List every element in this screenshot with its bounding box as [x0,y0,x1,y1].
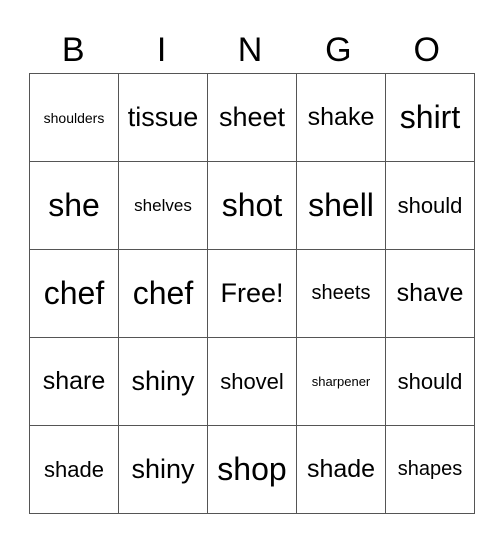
card-row: chef chef Free! sheets shave [29,249,475,338]
bingo-cell[interactable]: shade [29,425,119,514]
bingo-cell[interactable]: shoulders [29,73,119,162]
bingo-cell[interactable]: tissue [118,73,208,162]
header-letter-i: I [156,31,167,69]
bingo-cell[interactable]: shop [207,425,297,514]
bingo-cell[interactable]: should [385,337,475,426]
bingo-cell[interactable]: shave [385,249,475,338]
bingo-cell[interactable]: shelves [118,161,208,250]
header-letter-g: G [325,31,352,69]
header-letter-o: O [413,31,440,69]
card-row: she shelves shot shell should [29,161,475,250]
bingo-card: shoulders tissue sheet shake shirt she s… [29,73,475,514]
bingo-cell[interactable]: chef [29,249,119,338]
bingo-cell[interactable]: shapes [385,425,475,514]
card-row: shoulders tissue sheet shake shirt [29,73,475,162]
bingo-cell[interactable]: shirt [385,73,475,162]
bingo-cell[interactable]: shot [207,161,297,250]
bingo-cell[interactable]: shell [296,161,386,250]
header-letter-n: N [237,31,263,69]
bingo-cell[interactable]: sheets [296,249,386,338]
bingo-cell[interactable]: shiny [118,337,208,426]
bingo-cell[interactable]: shovel [207,337,297,426]
bingo-cell[interactable]: sheet [207,73,297,162]
bingo-cell[interactable]: should [385,161,475,250]
card-row: share shiny shovel sharpener should [29,337,475,426]
card-row: shade shiny shop shade shapes [29,425,475,514]
bingo-cell[interactable]: shake [296,73,386,162]
bingo-header: B I N G O [29,28,471,72]
header-letter-b: B [61,31,85,69]
bingo-cell[interactable]: share [29,337,119,426]
bingo-cell[interactable]: shiny [118,425,208,514]
bingo-cell[interactable]: she [29,161,119,250]
free-space-cell[interactable]: Free! [207,249,297,338]
bingo-cell[interactable]: chef [118,249,208,338]
bingo-cell[interactable]: sharpener [296,337,386,426]
bingo-cell[interactable]: shade [296,425,386,514]
